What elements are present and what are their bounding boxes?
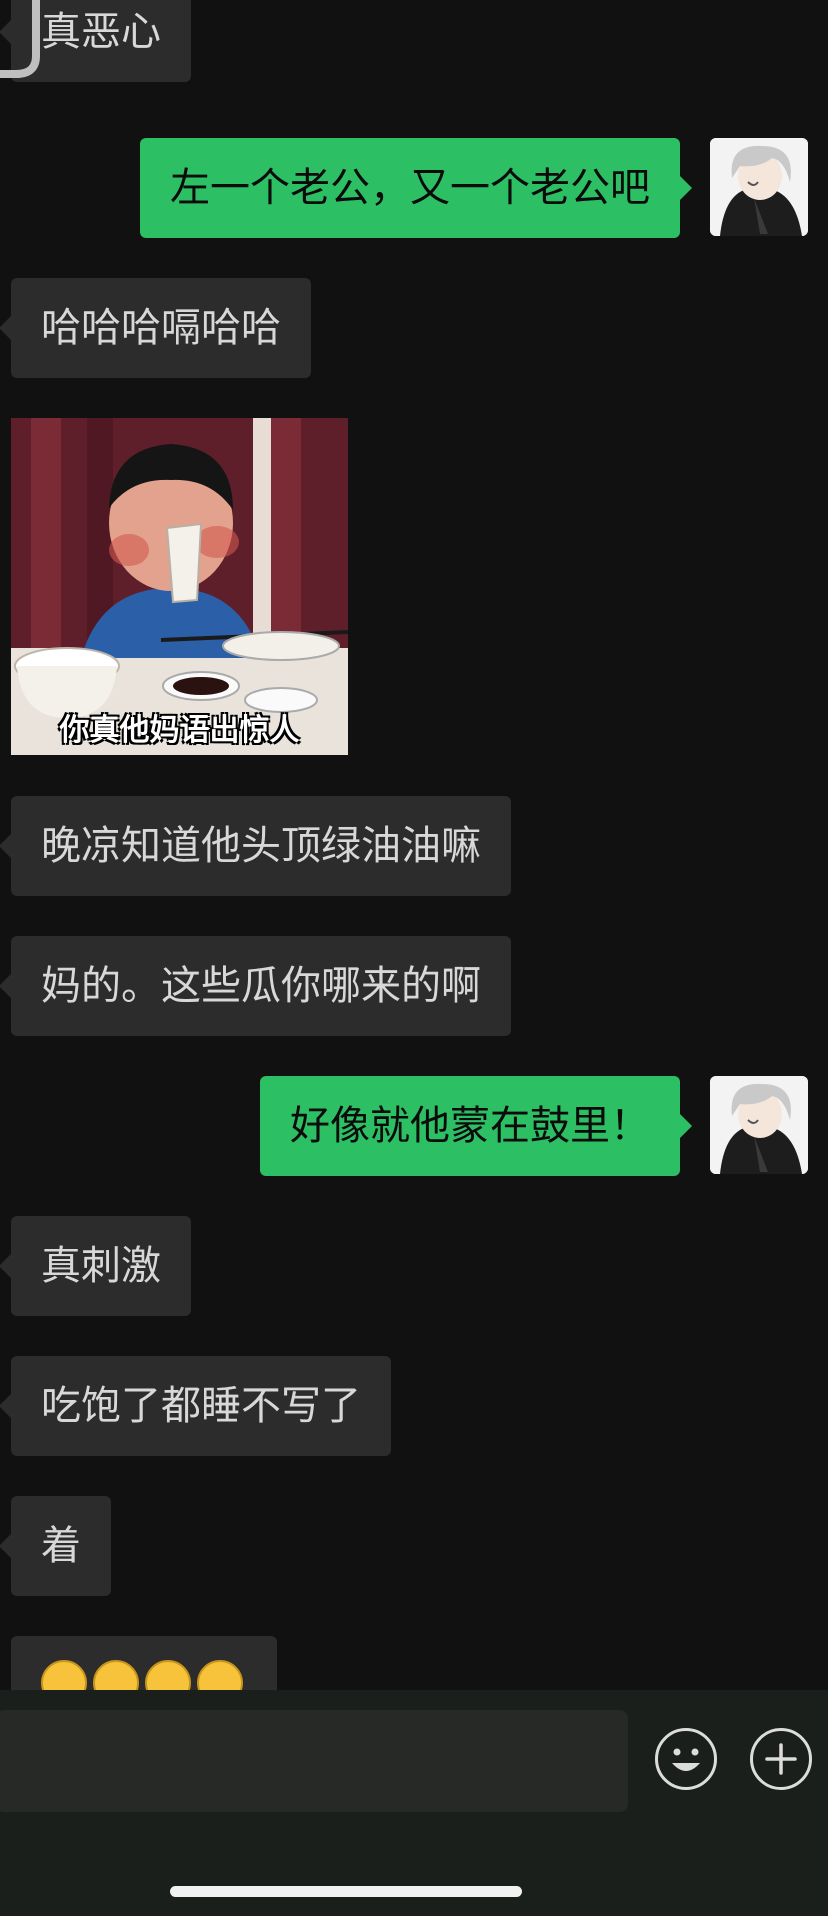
sticker-caption: 你真他妈语出惊人 [59, 713, 300, 748]
grinning-face-icon [93, 1660, 139, 1690]
emoji-button[interactable] [655, 1728, 717, 1790]
message-bubble-incoming[interactable]: 着 [0, 1496, 111, 1596]
grinning-face-icon [145, 1660, 191, 1690]
plus-icon [765, 1743, 797, 1775]
floating-window-icon[interactable] [0, 0, 48, 80]
message-text: 好像就他蒙在鼓里！ [290, 1103, 650, 1149]
message-bubble-outgoing[interactable]: 左一个老公，又一个老公吧 [140, 138, 692, 238]
more-button[interactable] [750, 1728, 812, 1790]
message-bubble-incoming[interactable]: 妈的。这些瓜你哪来的啊 [0, 936, 511, 1036]
smiley-face-icon [672, 1748, 700, 1771]
self-avatar[interactable] [710, 1076, 808, 1174]
message-text: 晚凉知道他头顶绿油油嘛 [41, 823, 481, 869]
message-text: 真恶心 [41, 9, 161, 55]
chat-message-list[interactable]: 真恶心 左一个老公，又一个老公吧 哈哈哈嗝哈哈 你真他妈语出惊人 晚凉知道他头顶… [0, 0, 828, 1690]
message-text: 妈的。这些瓜你哪来的啊 [41, 963, 481, 1009]
message-text: 着 [41, 1523, 81, 1569]
avatar-image [710, 1076, 808, 1174]
sticker-message[interactable]: 你真他妈语出惊人 [11, 418, 348, 755]
message-bubble-incoming[interactable]: 真刺激 [0, 1216, 191, 1316]
chat-input-bar [0, 1690, 828, 1916]
grinning-face-icon [197, 1660, 243, 1690]
grinning-face-icon [41, 1660, 87, 1690]
message-text: 哈哈哈嗝哈哈 [41, 305, 281, 351]
message-bubble-incoming[interactable]: 晚凉知道他头顶绿油油嘛 [0, 796, 511, 896]
message-text: 真刺激 [41, 1243, 161, 1289]
message-bubble-incoming[interactable]: 吃饱了都睡不写了 [0, 1356, 391, 1456]
message-bubble-incoming[interactable]: 哈哈哈嗝哈哈 [0, 278, 311, 378]
message-bubble-outgoing[interactable]: 好像就他蒙在鼓里！ [260, 1076, 692, 1176]
avatar-image [710, 138, 808, 236]
message-text: 左一个老公，又一个老公吧 [170, 165, 650, 211]
self-avatar[interactable] [710, 138, 808, 236]
message-bubble-incoming-emoji[interactable] [11, 1636, 277, 1690]
home-indicator[interactable] [170, 1886, 522, 1897]
message-text: 吃饱了都睡不写了 [41, 1383, 361, 1429]
message-input[interactable] [0, 1710, 628, 1812]
